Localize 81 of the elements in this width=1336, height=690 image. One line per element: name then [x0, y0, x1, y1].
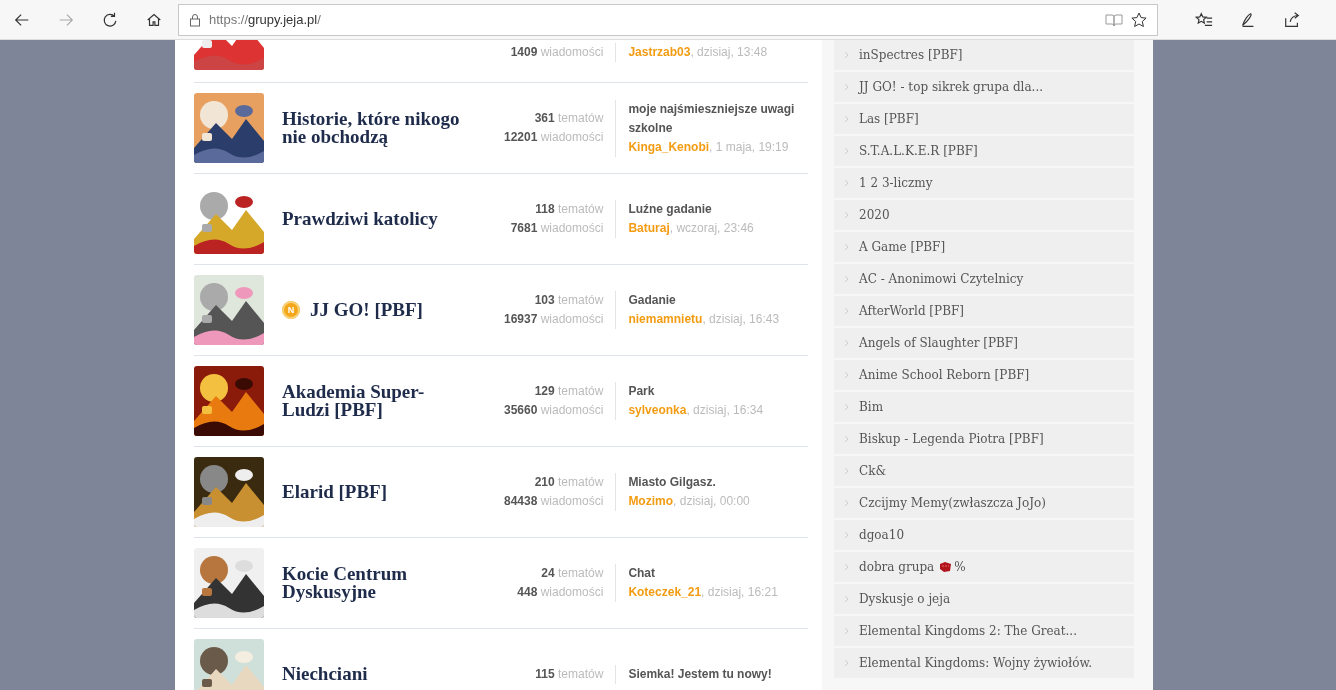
sidebar-item[interactable]: Czcijmy Memy(zwłaszcza JoJo)	[834, 488, 1134, 518]
last-topic-link[interactable]: Park	[628, 382, 808, 401]
chevron-icon	[844, 243, 849, 251]
messages-count: 84438 wiadomości	[502, 493, 604, 510]
chevron-icon	[844, 179, 849, 187]
chevron-icon	[844, 339, 849, 347]
last-post-info: Mozimo, dzisiaj, 00:00	[628, 493, 751, 510]
sidebar-item[interactable]: AfterWorld [PBF]	[834, 296, 1134, 326]
star-icon[interactable]	[1131, 11, 1147, 28]
topics-count: 103 tematów	[533, 292, 604, 309]
group-title[interactable]: Kocie Centrum Dyskusyjne	[282, 565, 462, 601]
group-title[interactable]: Historie, które nikogo nie obchodzą	[282, 110, 462, 146]
sidebar-item[interactable]: S.T.A.L.K.E.R [PBF]	[834, 136, 1134, 166]
emoji-icon	[939, 561, 953, 573]
sidebar-item[interactable]: Elemental Kingdoms: Wojny żywiołów.	[834, 648, 1134, 678]
last-topic-link[interactable]: Chat	[628, 564, 808, 583]
chevron-icon	[844, 627, 849, 635]
topics-count: 118 tematów	[534, 201, 604, 218]
chevron-icon	[844, 435, 849, 443]
chevron-icon	[844, 499, 849, 507]
sidebar-item[interactable]: Anime School Reborn [PBF]	[834, 360, 1134, 390]
chevron-icon	[844, 659, 849, 667]
last-topic-link[interactable]: Siemka! Jestem tu nowy!	[628, 664, 808, 684]
topics-count: 129 tematów	[533, 383, 604, 400]
chevron-icon	[844, 307, 849, 315]
sidebar-item[interactable]: Ck&	[834, 456, 1134, 486]
sidebar-item[interactable]: dgoa10	[834, 520, 1134, 550]
group-title[interactable]: Niechciani	[282, 665, 368, 683]
topics-count: 361 tematów	[533, 110, 604, 127]
last-topic-link[interactable]: Miasto Gilgasz.	[628, 473, 808, 492]
chevron-icon	[844, 595, 849, 603]
chevron-icon	[844, 275, 849, 283]
messages-count: 448 wiadomości	[516, 584, 604, 601]
address-bar[interactable]: https://grupy.jeja.pl/	[178, 3, 1158, 36]
sidebar-item[interactable]: A Game [PBF]	[834, 232, 1134, 262]
chevron-icon	[844, 83, 849, 91]
group-title[interactable]: Akademia Super-Ludzi [PBF]	[282, 383, 462, 419]
sidebar-item[interactable]: 2020	[834, 200, 1134, 230]
topics-count: 210 tematów	[533, 474, 604, 491]
messages-count: 12201 wiadomości	[502, 129, 604, 146]
group-title[interactable]: Elarid [PBF]	[282, 483, 388, 501]
last-post-info: Koteczek_21, dzisiaj, 16:21	[628, 584, 779, 601]
messages-count: 16937 wiadomości	[502, 311, 604, 328]
lock-icon	[189, 12, 201, 27]
chevron-icon	[844, 211, 849, 219]
last-post-info: Jastrzab03, dzisiaj, 13:48	[628, 44, 769, 61]
messages-count: 35660 wiadomości	[502, 402, 604, 419]
sidebar-item[interactable]: Bim	[834, 392, 1134, 422]
topics-count: 115 tematów	[534, 665, 604, 683]
sidebar-item[interactable]: inSpectres [PBF]	[834, 40, 1134, 70]
sidebar-item[interactable]: Las [PBF]	[834, 104, 1134, 134]
messages-count: 7681 wiadomości	[509, 220, 604, 237]
messages-count: 1409 wiadomości	[509, 44, 604, 61]
chevron-icon	[844, 147, 849, 155]
sidebar-item[interactable]: Dyskusje o jeja	[834, 584, 1134, 614]
last-post-info: sylveonka, dzisiaj, 16:34	[628, 402, 765, 419]
group-title[interactable]: JJ GO! [PBF]	[310, 301, 423, 319]
sidebar-item[interactable]: Angels of Slaughter [PBF]	[834, 328, 1134, 358]
last-post-info: Baturaj, wczoraj, 23:46	[628, 220, 755, 237]
sidebar-item[interactable]: 1 2 3-liczmy	[834, 168, 1134, 198]
topics-count: 24 tematów	[540, 565, 604, 582]
url-text: https://grupy.jeja.pl/	[209, 12, 322, 27]
last-post-info: niemamnietu, dzisiaj, 16:43	[628, 311, 781, 328]
group-title[interactable]: Prawdziwi katolicy	[282, 210, 438, 228]
sidebar-item[interactable]: dobra grupa %	[834, 552, 1134, 582]
last-post-info: Kinga_Kenobi, 1 maja, 19:19	[628, 138, 790, 156]
chevron-icon	[844, 531, 849, 539]
new-badge: N	[282, 301, 300, 319]
chevron-icon	[844, 51, 849, 59]
sidebar-item[interactable]: Biskup - Legenda Piotra [PBF]	[834, 424, 1134, 454]
sidebar-item[interactable]: Elemental Kingdoms 2: The Great...	[834, 616, 1134, 646]
chevron-icon	[844, 371, 849, 379]
sidebar-item[interactable]: AC - Anonimowi Czytelnicy	[834, 264, 1134, 294]
chevron-icon	[844, 115, 849, 123]
last-topic-link[interactable]: Luźne gadanie	[628, 200, 808, 219]
last-topic-link[interactable]: Gadanie	[628, 291, 808, 310]
last-topic-link[interactable]: moje najśmieszniejsze uwagi szkolne	[628, 99, 808, 138]
chevron-icon	[844, 403, 849, 411]
sidebar-item[interactable]: JJ GO! - top sikrek grupa dla...	[834, 72, 1134, 102]
chevron-icon	[844, 563, 849, 571]
chevron-icon	[844, 467, 849, 475]
